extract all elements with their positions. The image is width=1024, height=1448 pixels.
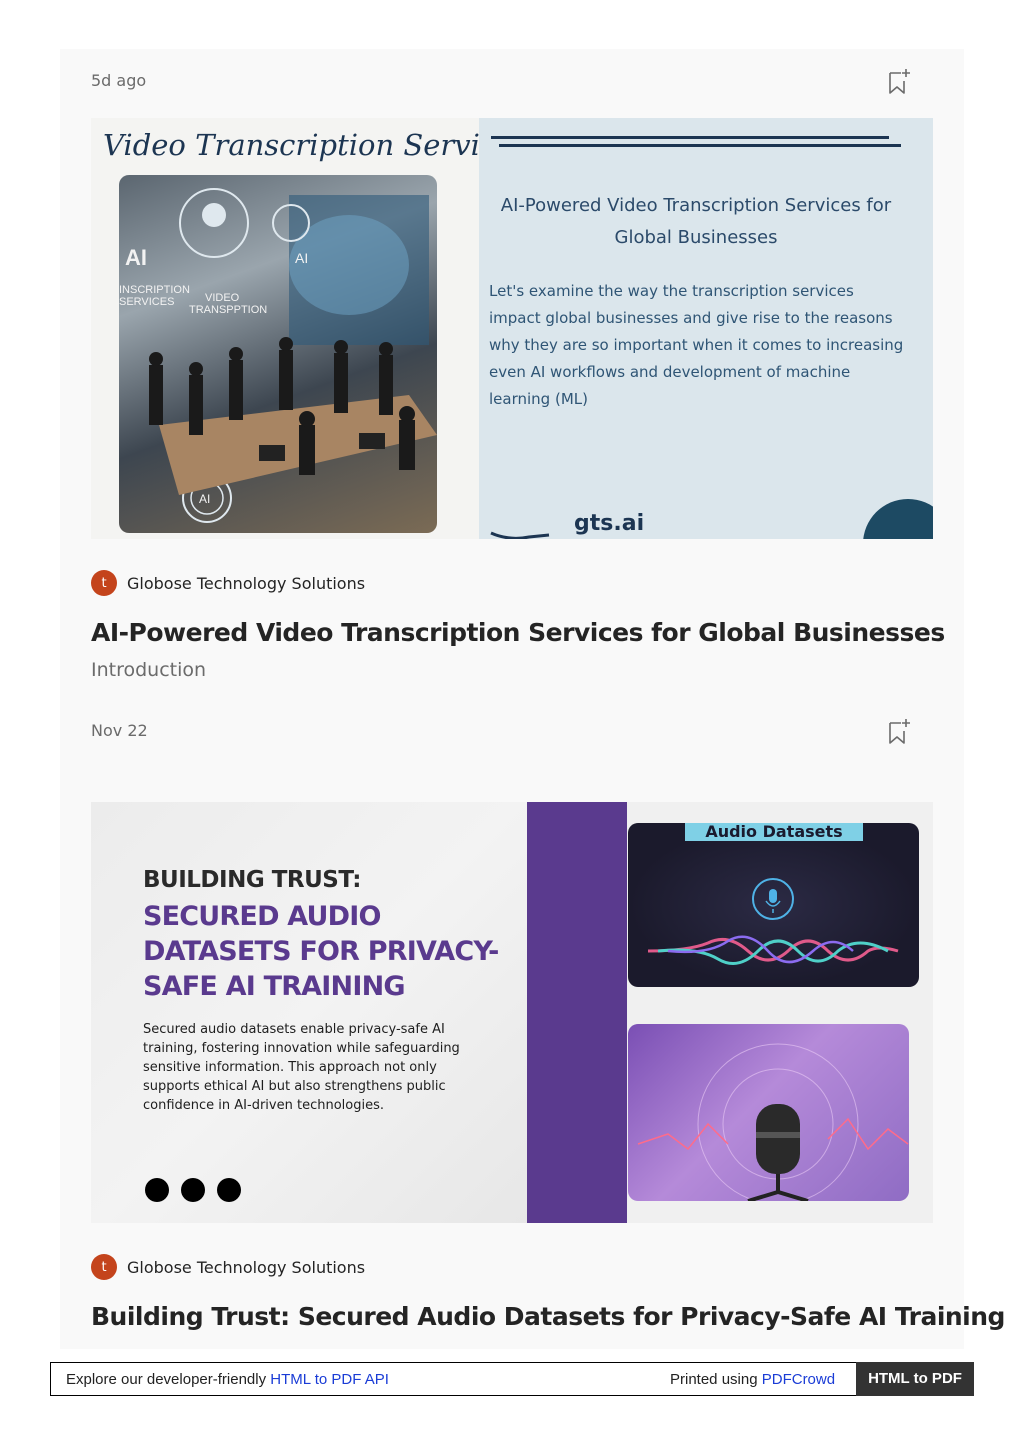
post-thumbnail[interactable]: BUILDING TRUST: SECURED AUDIO DATASETS F… — [91, 802, 933, 1223]
publication-avatar[interactable]: t — [91, 1254, 117, 1280]
printed-using-text: Printed using PDFCrowd — [670, 1371, 835, 1388]
thumbnail-left-panel: BUILDING TRUST: SECURED AUDIO DATASETS F… — [91, 802, 527, 1223]
publication-byline[interactable]: t Globose Technology Solutions — [91, 570, 365, 596]
post-card[interactable]: 5d ago Video Transcription Services AI A… — [91, 49, 945, 681]
publication-name[interactable]: Globose Technology Solutions — [127, 1258, 365, 1277]
post-date: Nov 22 — [91, 721, 148, 740]
svg-text:SERVICES: SERVICES — [119, 296, 174, 308]
post-date: 5d ago — [91, 71, 147, 90]
thumbnail-panel-title: AI-Powered Video Transcription Services … — [500, 195, 892, 248]
office-scene-illustration: AI AI VIDEO TRANSPPTION INSCRIPTION SERV… — [119, 188, 437, 523]
printed-label: Printed using — [670, 1371, 762, 1388]
thumbnail-left-panel: Video Transcription Services AI AI VIDEO… — [91, 118, 528, 539]
brand-logo-text: gts.ai — [574, 511, 645, 536]
audio-datasets-tag: Audio Datasets — [685, 823, 863, 841]
divider — [499, 144, 901, 147]
post-title[interactable]: Building Trust: Secured Audio Datasets f… — [91, 1302, 1005, 1331]
bookmark-add-icon[interactable] — [887, 67, 913, 95]
publication-name[interactable]: Globose Technology Solutions — [127, 574, 365, 593]
explore-label: Explore our developer-friendly — [66, 1371, 271, 1388]
thumbnail-panel-body: Let's examine the way the transcription … — [489, 282, 904, 408]
audio-wave-card: Audio Datasets — [628, 823, 919, 987]
microphone-wave-icon — [647, 878, 899, 965]
svg-text:AI: AI — [125, 245, 147, 270]
thumbnail-right-panel: Audio Datasets — [627, 802, 933, 1223]
html-to-pdf-api-link[interactable]: HTML to PDF API — [270, 1371, 389, 1388]
post-meta: Nov 22 — [91, 699, 933, 763]
divider — [491, 136, 889, 139]
post-subtitle: Introduction — [91, 659, 207, 681]
svg-text:VIDEO: VIDEO — [205, 292, 240, 304]
thumbnail-subheading: SECURED AUDIO DATASETS FOR PRIVACY-SAFE … — [143, 901, 499, 1002]
thumbnail-photo: AI AI VIDEO TRANSPPTION INSCRIPTION SERV… — [119, 175, 437, 533]
microphone-icon — [637, 1043, 909, 1201]
decorative-circle — [863, 499, 933, 539]
svg-text:AI: AI — [295, 250, 308, 266]
bookmark-add-icon[interactable] — [887, 717, 913, 745]
pdf-footer-banner: Explore our developer-friendly HTML to P… — [50, 1362, 974, 1396]
post-meta: 5d ago — [91, 49, 933, 113]
post-feed: 5d ago Video Transcription Services AI A… — [60, 49, 1005, 1349]
thumbnail-heading: Video Transcription Services — [103, 128, 529, 162]
publication-byline[interactable]: t Globose Technology Solutions — [91, 1254, 365, 1280]
thumbnail-body: Secured audio datasets enable privacy-sa… — [143, 1022, 460, 1113]
purple-band — [527, 802, 627, 1223]
post-title[interactable]: AI-Powered Video Transcription Services … — [91, 618, 945, 647]
swoosh-icon — [490, 531, 550, 539]
svg-text:AI: AI — [199, 492, 210, 506]
thumbnail-heading: BUILDING TRUST: — [143, 867, 361, 893]
svg-text:TRANSPPTION: TRANSPPTION — [189, 304, 267, 316]
post-card[interactable]: Nov 22 BUILDING TRUST: SECURED AUDIO DAT… — [91, 699, 1005, 1331]
explore-text: Explore our developer-friendly HTML to P… — [66, 1371, 389, 1388]
pdfcrowd-link[interactable]: PDFCrowd — [762, 1371, 835, 1388]
svg-text:INSCRIPTION: INSCRIPTION — [119, 284, 190, 296]
publication-avatar[interactable]: t — [91, 570, 117, 596]
thumbnail-right-panel: AI-Powered Video Transcription Services … — [479, 118, 933, 539]
html-to-pdf-button[interactable]: HTML to PDF — [856, 1362, 974, 1396]
studio-microphone-card — [628, 1024, 909, 1201]
post-thumbnail[interactable]: Video Transcription Services AI AI VIDEO… — [91, 118, 933, 539]
dots-decoration — [145, 1178, 241, 1202]
